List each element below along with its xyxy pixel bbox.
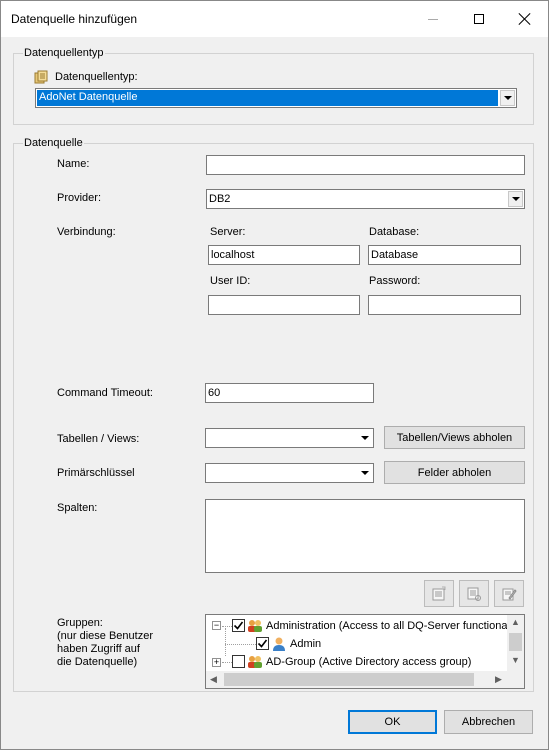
- provider-label: Provider:: [57, 192, 102, 204]
- dropdown-arrow-icon[interactable]: [357, 465, 372, 481]
- primary-key-label: Primärschlüssel: [57, 467, 135, 479]
- tree-vertical-scrollbar[interactable]: ▲ ▼: [507, 615, 524, 671]
- administration-checkbox[interactable]: [232, 619, 245, 632]
- connection-label: Verbindung:: [57, 226, 116, 238]
- title-bar: Datenquelle hinzufügen: [1, 1, 548, 37]
- collapse-icon[interactable]: −: [212, 621, 221, 630]
- fetch-fields-button[interactable]: Felder abholen: [384, 461, 525, 484]
- add-column-button[interactable]: [424, 580, 454, 607]
- maximize-icon: [474, 14, 484, 24]
- scroll-left-icon[interactable]: ◀: [210, 674, 217, 685]
- primary-key-select[interactable]: [205, 463, 374, 483]
- dropdown-arrow-icon[interactable]: [500, 90, 515, 106]
- remove-column-icon: [467, 587, 481, 601]
- datasource-group: Datenquelle Name: Provider: DB2 Verbindu…: [13, 137, 534, 692]
- columns-list[interactable]: [205, 499, 525, 573]
- tree-row-ad-group[interactable]: + AD-Group (Active Directory access grou…: [206, 654, 509, 671]
- dropdown-arrow-icon[interactable]: [357, 430, 372, 446]
- server-input[interactable]: [208, 245, 360, 265]
- timeout-input[interactable]: [205, 383, 374, 403]
- admin-label: Admin: [290, 638, 322, 650]
- group-icon: [247, 618, 263, 637]
- scroll-up-icon[interactable]: ▲: [511, 617, 520, 627]
- fetch-tables-button[interactable]: Tabellen/Views abholen: [384, 426, 525, 449]
- administration-label: Administration (Access to all DQ-Server …: [266, 620, 513, 632]
- cancel-button[interactable]: Abbrechen: [444, 710, 533, 734]
- provider-select[interactable]: DB2: [206, 189, 525, 209]
- tables-select[interactable]: [205, 428, 374, 448]
- ad-group-label: AD-Group (Active Directory access group): [266, 656, 472, 668]
- tree-horizontal-scrollbar[interactable]: ◀ ▶: [206, 671, 507, 688]
- scroll-down-icon[interactable]: ▼: [511, 655, 520, 665]
- minimize-icon: [428, 18, 438, 20]
- admin-checkbox[interactable]: [256, 637, 269, 650]
- name-input[interactable]: [206, 155, 525, 175]
- scroll-thumb[interactable]: [509, 633, 522, 651]
- edit-column-button[interactable]: [494, 580, 524, 607]
- close-icon: [519, 13, 531, 25]
- dropdown-arrow-icon[interactable]: [508, 191, 523, 207]
- window-title: Datenquelle hinzufügen: [11, 12, 138, 26]
- tree-row-admin[interactable]: Admin: [206, 636, 509, 653]
- datasource-legend: Datenquelle: [23, 137, 84, 149]
- remove-column-button[interactable]: [459, 580, 489, 607]
- expand-icon[interactable]: +: [212, 658, 221, 667]
- database-label: Database:: [369, 226, 420, 238]
- userid-input[interactable]: [208, 295, 360, 315]
- groups-hint-line2: haben Zugriff auf: [57, 643, 140, 655]
- groups-label: Gruppen:: [57, 617, 103, 629]
- dialog-window: Datenquelle hinzufügen Datenquellentyp D…: [0, 0, 549, 750]
- tables-label: Tabellen / Views:: [57, 433, 140, 445]
- user-icon: [271, 636, 287, 655]
- database-icon: [34, 70, 48, 84]
- groups-tree[interactable]: − Administration (Access to all DQ-Serve…: [205, 614, 525, 689]
- groups-hint-line1: (nur diese Benutzer: [57, 630, 153, 642]
- tree-row-administration[interactable]: − Administration (Access to all DQ-Serve…: [206, 618, 513, 637]
- ad-group-checkbox[interactable]: [232, 655, 245, 668]
- datasource-type-select[interactable]: AdoNet Datenquelle: [35, 88, 517, 108]
- datasource-type-label: Datenquellentyp:: [55, 71, 138, 83]
- close-button[interactable]: [502, 1, 548, 37]
- datasource-type-group: Datenquellentyp Datenquellentyp: AdoNet …: [13, 47, 534, 125]
- hscroll-thumb[interactable]: [224, 673, 474, 686]
- password-input[interactable]: [368, 295, 521, 315]
- server-label: Server:: [210, 226, 246, 238]
- password-label: Password:: [369, 275, 421, 287]
- minimize-button[interactable]: [410, 1, 456, 37]
- userid-label: User ID:: [210, 275, 251, 287]
- database-input[interactable]: [368, 245, 521, 265]
- maximize-button[interactable]: [456, 1, 502, 37]
- datasource-type-legend: Datenquellentyp: [23, 47, 105, 59]
- groups-hint-line3: die Datenquelle): [57, 656, 138, 668]
- ok-button[interactable]: OK: [348, 710, 437, 734]
- name-label: Name:: [57, 158, 90, 170]
- columns-label: Spalten:: [57, 502, 98, 514]
- provider-value: DB2: [209, 193, 231, 205]
- timeout-label: Command Timeout:: [57, 387, 153, 399]
- scroll-right-icon[interactable]: ▶: [495, 674, 502, 685]
- datasource-type-value: AdoNet Datenquelle: [37, 90, 498, 106]
- edit-column-icon: [502, 588, 517, 600]
- add-column-icon: [432, 586, 446, 600]
